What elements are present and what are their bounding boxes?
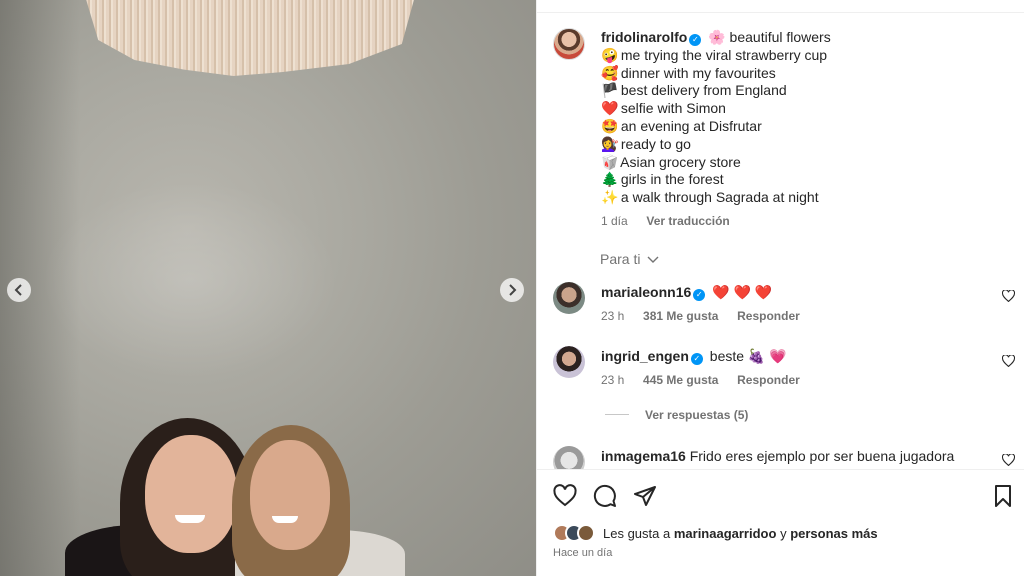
- post-age[interactable]: 1 día: [601, 214, 628, 228]
- share-button[interactable]: [633, 484, 657, 508]
- replies-divider: [605, 414, 629, 415]
- verified-badge-icon: ✓: [690, 353, 703, 365]
- comment-text: beste 🍇 💗: [709, 348, 787, 364]
- bookmark-icon: [995, 485, 1011, 507]
- comment-clip: inmagema16 Frido eres ejemplo por ser bu…: [537, 440, 1024, 469]
- comment-age: 23 h: [601, 373, 625, 387]
- caption-emoji: 🥡: [601, 153, 619, 170]
- caption-emoji: ❤️: [601, 100, 619, 117]
- verified-badge-icon: ✓: [689, 34, 702, 46]
- caption-line: Asian grocery store: [620, 153, 741, 170]
- caption-line: an evening at Disfrutar: [620, 117, 762, 134]
- person-left-smile: [175, 515, 205, 523]
- post-caption: fridolinarolfo ✓ 🌸 beautiful flowers 🤪 me…: [601, 29, 1001, 207]
- caption-line: best delivery from England: [620, 82, 787, 99]
- person-left-face: [145, 435, 237, 553]
- comment-button[interactable]: [593, 484, 617, 508]
- comment-username[interactable]: marialeonn16: [601, 284, 691, 300]
- comment: marialeonn16 ✓ ❤️ ❤️ ❤️: [601, 284, 772, 301]
- carousel-next-button[interactable]: [500, 278, 524, 302]
- caption-emoji: 🤪: [601, 46, 619, 63]
- chevron-left-icon: [14, 284, 22, 296]
- heart-icon: [1001, 354, 1016, 368]
- comment-like-button[interactable]: [1001, 453, 1016, 468]
- caption-emoji: 🥰: [601, 64, 619, 81]
- person-right-smile: [272, 516, 298, 523]
- divider: [537, 469, 1024, 470]
- chevron-down-icon: [647, 256, 659, 263]
- share-icon: [634, 486, 656, 506]
- translate-link[interactable]: Ver traducción: [646, 214, 729, 228]
- post-meta: 1 día Ver traducción: [601, 214, 730, 228]
- caption-line: girls in the forest: [620, 171, 724, 188]
- comment: inmagema16 Frido eres ejemplo por ser bu…: [601, 447, 981, 469]
- comment-age: 23 h: [601, 309, 625, 323]
- reply-button[interactable]: Responder: [737, 309, 800, 323]
- comment: ingrid_engen ✓ beste 🍇 💗: [601, 348, 787, 365]
- comment-like-button[interactable]: [1001, 354, 1016, 369]
- heart-icon: [1001, 289, 1016, 303]
- author-avatar[interactable]: [553, 28, 585, 60]
- comment-likes[interactable]: 381 Me gusta: [643, 309, 718, 323]
- wall-texture: [40, 180, 340, 380]
- comment-sort-dropdown[interactable]: Para ti: [600, 251, 659, 267]
- commenter-avatar[interactable]: [553, 346, 585, 378]
- caption-emoji: ✨: [601, 189, 619, 206]
- caption-line: me trying the viral strawberry cup: [620, 46, 828, 63]
- comment-text: ❤️ ❤️ ❤️: [712, 284, 773, 300]
- post-photo: [0, 0, 536, 576]
- verified-badge-icon: ✓: [693, 289, 706, 301]
- chevron-right-icon: [509, 284, 517, 296]
- divider: [537, 12, 1024, 13]
- caption-emoji: 💇‍♀️: [601, 135, 619, 152]
- comment-like-button[interactable]: [1001, 289, 1016, 304]
- like-button[interactable]: [553, 484, 577, 508]
- caption-emoji: 🏴: [601, 82, 619, 99]
- comment-username[interactable]: ingrid_engen: [601, 348, 689, 364]
- reply-button[interactable]: Responder: [737, 373, 800, 387]
- caption-emoji: 🤩: [601, 117, 619, 134]
- caption-line: selfie with Simon: [620, 100, 726, 117]
- post-sidebar: fridolinarolfo ✓ 🌸 beautiful flowers 🤪 me…: [536, 0, 1024, 576]
- macrame-lamp: [85, 0, 415, 76]
- caption-line: beautiful flowers: [729, 29, 831, 45]
- person-right-face: [250, 440, 330, 550]
- comment-meta: 23 h 381 Me gusta Responder: [601, 309, 800, 323]
- save-button[interactable]: [991, 484, 1015, 508]
- likes-prefix: Les gusta a: [603, 525, 671, 541]
- heart-icon: [1001, 453, 1016, 467]
- sort-label: Para ti: [600, 251, 641, 267]
- comment-meta: 23 h 445 Me gusta Responder: [601, 373, 800, 387]
- commenter-avatar[interactable]: [553, 282, 585, 314]
- heart-icon: [553, 484, 577, 507]
- commenter-avatar[interactable]: [553, 446, 585, 469]
- caption-line: dinner with my favourites: [620, 64, 776, 81]
- author-username[interactable]: fridolinarolfo: [601, 29, 687, 45]
- post-timestamp[interactable]: Hace un día: [553, 547, 612, 559]
- liker-username[interactable]: marinaagarridoo: [674, 526, 777, 541]
- likes-middle: y: [780, 525, 787, 541]
- caption-emoji: 🌸: [708, 29, 726, 45]
- likes-summary: Les gusta a marinaagarridoo y personas m…: [553, 523, 878, 543]
- comment-username[interactable]: inmagema16: [601, 448, 686, 464]
- carousel-prev-button[interactable]: [7, 278, 31, 302]
- caption-line: ready to go: [620, 135, 691, 152]
- likes-others-link[interactable]: personas más: [790, 526, 877, 541]
- view-replies-button[interactable]: Ver respuestas (5): [645, 408, 748, 422]
- caption-line: a walk through Sagrada at night: [620, 189, 819, 206]
- comment-icon: [593, 484, 616, 507]
- caption-emoji: 🌲: [601, 171, 619, 188]
- comment-likes[interactable]: 445 Me gusta: [643, 373, 718, 387]
- liker-avatar[interactable]: [577, 524, 595, 542]
